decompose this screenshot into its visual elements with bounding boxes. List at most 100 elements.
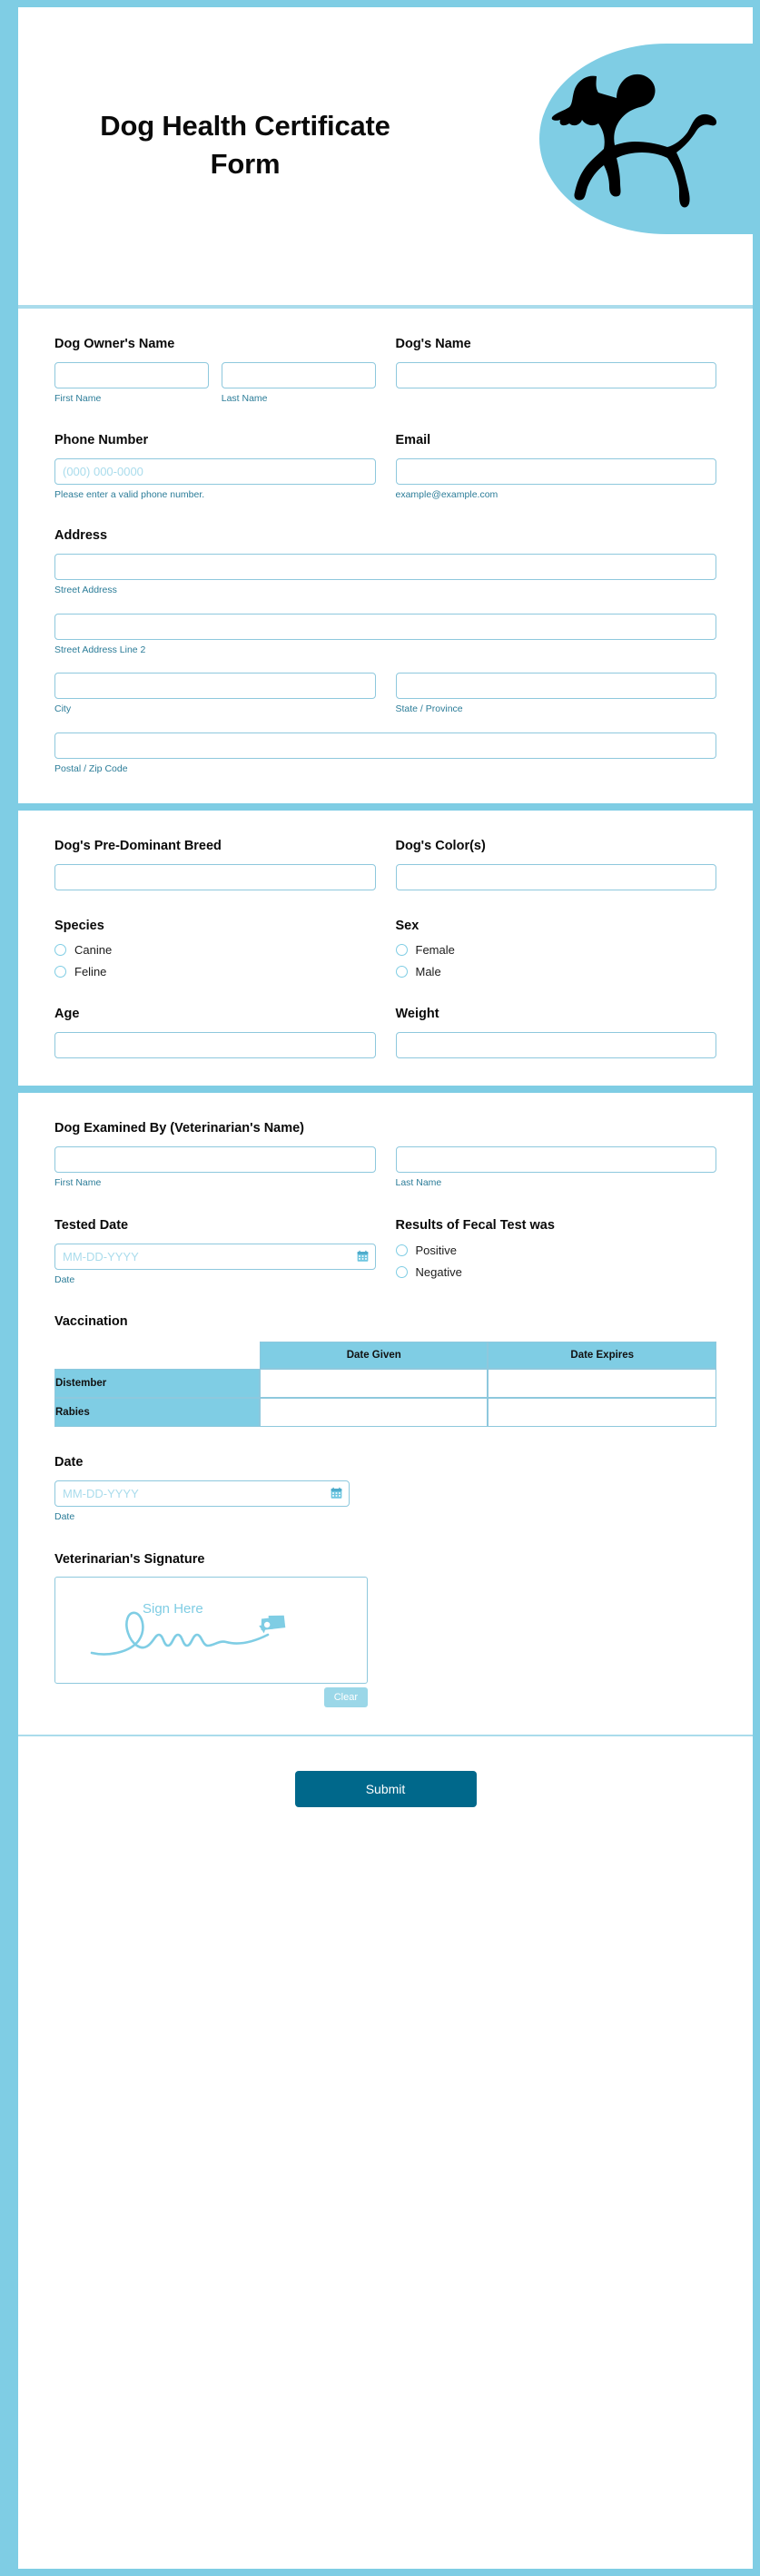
- section-divider-2: [18, 1086, 753, 1094]
- age-label: Age: [54, 1007, 80, 1022]
- vet-last-name-cell: Last Name: [395, 1146, 716, 1190]
- radio-circle-icon: [54, 966, 66, 978]
- species-group: Species Canine Feline: [54, 918, 376, 978]
- fecal-option-negative[interactable]: Negative: [395, 1264, 717, 1279]
- dog-name-label: Dog's Name: [395, 337, 471, 351]
- date-label: Date: [54, 1455, 84, 1470]
- street-address-input[interactable]: [54, 554, 716, 581]
- tested-date-label: Tested Date: [54, 1217, 129, 1233]
- clear-signature-button[interactable]: Clear: [323, 1687, 368, 1708]
- radio-circle-icon: [395, 944, 408, 957]
- vaccination-group: Vaccination Date Given Date Expires Dist…: [54, 1313, 716, 1428]
- color-label: Dog's Color(s): [395, 838, 486, 853]
- owner-first-name-cell: First Name: [54, 361, 209, 406]
- tested-date-input[interactable]: [54, 1243, 376, 1270]
- radio-circle-icon: [395, 1265, 408, 1278]
- street-address-cell: Street Address: [54, 554, 716, 597]
- email-input[interactable]: [395, 458, 716, 486]
- sex-label: Sex: [395, 918, 419, 933]
- street-address-2-input[interactable]: [54, 613, 716, 640]
- phone-label: Phone Number: [54, 433, 149, 448]
- form-header: Dog Health Certificate Form: [18, 7, 753, 307]
- species-option-feline[interactable]: Feline: [54, 965, 376, 978]
- vet-first-name-cell: First Name: [54, 1146, 376, 1190]
- sex-option-female[interactable]: Female: [395, 943, 717, 957]
- breed-input[interactable]: [54, 863, 376, 890]
- owner-first-name-input[interactable]: [54, 361, 209, 388]
- color-group: Dog's Color(s): [395, 838, 716, 890]
- owner-first-name-sublabel: First Name: [54, 392, 102, 404]
- phone-hint: Please enter a valid phone number.: [54, 489, 205, 501]
- species-label: Species: [54, 918, 104, 933]
- vet-last-name-input[interactable]: [395, 1146, 716, 1174]
- section-veterinarian: Dog Examined By (Veterinarian's Name) Fi…: [18, 1093, 753, 1735]
- city-input[interactable]: [54, 673, 376, 700]
- sex-group: Sex Female Male: [395, 918, 717, 978]
- owner-last-name-input[interactable]: [221, 361, 376, 388]
- section-dog-details: Dog's Pre-Dominant Breed Dog's Color(s) …: [18, 810, 753, 1086]
- vaccination-row-rabies-label: Rabies: [54, 1398, 260, 1428]
- fecal-option-positive-label: Positive: [415, 1243, 458, 1257]
- species-sex-row: Species Canine Feline Sex Female Male: [54, 918, 717, 978]
- section-divider-1: [18, 802, 753, 811]
- vaccination-col-date-expires: Date Expires: [488, 1342, 716, 1370]
- fecal-option-positive[interactable]: Positive: [395, 1243, 717, 1257]
- phone-and-email-row: Phone Number Please enter a valid phone …: [54, 432, 716, 500]
- breed-label: Dog's Pre-Dominant Breed: [54, 838, 222, 853]
- signature-label: Veterinarian's Signature: [54, 1551, 205, 1567]
- owner-name-group: Dog Owner's Name First Name Last Name: [54, 336, 376, 405]
- submit-button[interactable]: Submit: [294, 1771, 477, 1808]
- phone-input[interactable]: [54, 458, 376, 486]
- tested-date-sublabel: Date: [54, 1273, 75, 1285]
- email-group: Email example@example.com: [395, 432, 716, 500]
- breed-color-row: Dog's Pre-Dominant Breed Dog's Color(s): [54, 838, 716, 890]
- species-option-canine[interactable]: Canine: [54, 943, 376, 957]
- age-weight-row: Age Weight: [54, 1006, 716, 1059]
- dog-name-input[interactable]: [395, 361, 716, 388]
- signature-placeholder-art: [90, 1611, 285, 1657]
- street-address-2-cell: Street Address Line 2: [54, 613, 716, 657]
- owner-name-label: Dog Owner's Name: [54, 337, 175, 351]
- vaccination-distember-date-expires-cell[interactable]: [488, 1369, 716, 1399]
- vaccination-corner-cell: [54, 1342, 260, 1369]
- age-input[interactable]: [54, 1032, 376, 1059]
- date-input[interactable]: [54, 1480, 350, 1507]
- weight-input[interactable]: [395, 1032, 716, 1059]
- weight-group: Weight: [395, 1006, 716, 1059]
- breed-group: Dog's Pre-Dominant Breed: [54, 838, 376, 890]
- vaccination-rabies-date-expires-cell[interactable]: [488, 1398, 716, 1428]
- vet-first-name-input[interactable]: [54, 1146, 376, 1174]
- table-row: Distember: [54, 1369, 716, 1399]
- vaccination-distember-date-given-cell[interactable]: [259, 1369, 489, 1399]
- address-group: Address Street Address Street Address Li…: [54, 527, 716, 775]
- email-label: Email: [395, 433, 431, 448]
- sex-option-male[interactable]: Male: [395, 965, 717, 978]
- color-input[interactable]: [395, 863, 716, 890]
- dog-name-group: Dog's Name: [395, 336, 716, 405]
- phone-group: Phone Number Please enter a valid phone …: [54, 432, 376, 500]
- postal-code-input[interactable]: [54, 732, 716, 760]
- state-input[interactable]: [395, 673, 716, 700]
- species-option-canine-label: Canine: [74, 943, 113, 958]
- age-group: Age: [54, 1006, 376, 1059]
- form-footer: Submit: [18, 1736, 753, 1850]
- page-title-line2: Form: [210, 147, 281, 180]
- vet-first-name-sublabel: First Name: [54, 1177, 102, 1189]
- page-title: Dog Health Certificate Form: [54, 107, 436, 183]
- fecal-option-negative-label: Negative: [415, 1264, 462, 1279]
- vaccination-header-row: Date Given Date Expires: [54, 1342, 716, 1370]
- state-cell: State / Province: [395, 673, 716, 716]
- fecal-result-group: Results of Fecal Test was Positive Negat…: [395, 1217, 717, 1286]
- vaccination-rabies-date-given-cell[interactable]: [259, 1398, 489, 1428]
- fecal-result-label: Results of Fecal Test was: [395, 1217, 555, 1233]
- form-sheet: Dog Health Certificate Form Dog Owner's …: [18, 7, 753, 2569]
- signature-canvas[interactable]: Sign Here: [54, 1577, 368, 1685]
- tested-date-fecal-row: Tested Date MM-DD-YYYY Date Results of F…: [54, 1217, 716, 1286]
- pen-nib-icon: [258, 1616, 285, 1634]
- vaccination-label: Vaccination: [54, 1314, 128, 1330]
- header-artwork: [535, 44, 753, 234]
- vet-last-name-sublabel: Last Name: [395, 1177, 442, 1189]
- street-address-2-sublabel: Street Address Line 2: [54, 644, 146, 655]
- city-cell: City: [54, 673, 376, 716]
- signature-group: Veterinarian's Signature Sign Here Clear: [54, 1551, 716, 1708]
